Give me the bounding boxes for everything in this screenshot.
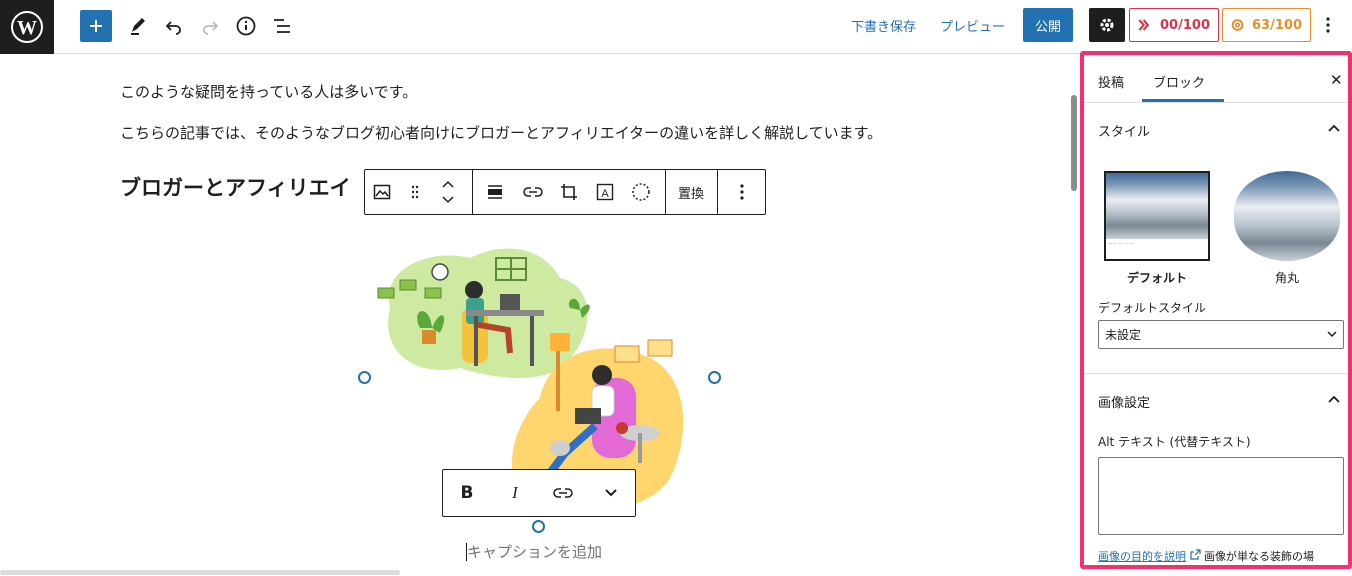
svg-text:A: A	[601, 188, 609, 200]
seo-plugin-icon	[1138, 19, 1150, 31]
image-block-toolbar: A 置換	[364, 169, 766, 215]
image-settings-title[interactable]: 画像設定	[1098, 392, 1150, 411]
active-tab-indicator	[1142, 99, 1224, 102]
chevron-up-icon[interactable]	[1328, 394, 1340, 406]
close-icon[interactable]: ✕	[1330, 71, 1343, 89]
link-icon[interactable]	[539, 470, 587, 516]
paragraph-block[interactable]: こちらの記事では、そのようなブログ初心者向けにブロガーとアフィリエイターの違いを…	[120, 122, 882, 143]
seo-score-button[interactable]: 00/100	[1129, 8, 1219, 42]
alt-text-label: Alt テキスト (代替テキスト)	[1098, 435, 1251, 449]
alt-help-link[interactable]: 画像の目的を説明	[1098, 550, 1186, 563]
thumbnail-image	[1106, 173, 1208, 239]
heading-block[interactable]: ブロガーとアフィリエイ	[120, 172, 351, 202]
settings-sidebar: 投稿 ブロック ✕ スタイル — — — — — デフォルト 角丸 デフォルトス…	[1080, 51, 1352, 569]
publish-button[interactable]: 公開	[1023, 8, 1073, 42]
thumbnail-image	[1234, 171, 1340, 261]
save-draft-button[interactable]: 下書き保存	[851, 16, 916, 35]
seo-score-value: 00/100	[1160, 17, 1210, 33]
vertical-scrollbar[interactable]	[1071, 95, 1077, 191]
link-icon[interactable]	[519, 170, 547, 214]
default-style-select[interactable]: 未設定	[1098, 320, 1344, 349]
style-rounded-thumbnail[interactable]	[1234, 171, 1340, 261]
resize-handle-left[interactable]	[358, 371, 371, 384]
undo-icon[interactable]	[158, 10, 190, 42]
default-style-value: 未設定	[1105, 328, 1142, 342]
style-default-thumbnail[interactable]: — — — — —	[1104, 171, 1210, 261]
add-block-button[interactable]	[80, 10, 112, 42]
default-style-label: デフォルトスタイル	[1098, 301, 1207, 315]
align-icon[interactable]	[481, 170, 509, 214]
resize-handle-bottom[interactable]	[532, 520, 545, 533]
crop-icon[interactable]	[555, 170, 583, 214]
readability-score-value: 63/100	[1252, 17, 1302, 33]
settings-gear-icon[interactable]	[1089, 8, 1125, 42]
replace-button[interactable]: 置換	[666, 170, 716, 214]
editor-canvas[interactable]: このような疑問を持っている人は多いです。 こちらの記事では、そのようなブログ初心…	[0, 55, 1080, 576]
alt-text-field[interactable]	[1098, 457, 1344, 535]
list-view-icon[interactable]	[266, 10, 298, 42]
edit-tool-icon[interactable]	[122, 10, 154, 42]
redo-icon[interactable]	[194, 10, 226, 42]
bold-button[interactable]: B	[443, 470, 491, 516]
duotone-icon[interactable]	[627, 170, 655, 214]
more-options-icon[interactable]	[1318, 12, 1338, 38]
section-divider	[1084, 373, 1348, 374]
alt-help-text: 画像の目的を説明 画像が単なる装飾の場	[1098, 548, 1314, 564]
preview-button[interactable]: プレビュー	[940, 16, 1005, 35]
resize-handle-right[interactable]	[708, 371, 721, 384]
style-default-label: デフォルト	[1126, 271, 1187, 285]
paragraph-block[interactable]: このような疑問を持っている人は多いです。	[120, 81, 417, 102]
chevron-down-icon[interactable]	[587, 470, 635, 516]
chevron-down-icon	[1327, 331, 1337, 338]
image-block-type-icon[interactable]	[365, 170, 399, 214]
editor-header: W 下書き保存 プレビュー 公開 00/100 63/100	[0, 0, 1352, 54]
horizontal-scrollbar[interactable]	[0, 570, 400, 575]
thumbnail-caption: — — — — —	[1106, 239, 1208, 248]
tab-block[interactable]: ブロック	[1153, 72, 1205, 91]
svg-text:W: W	[17, 17, 37, 39]
wordpress-logo-icon[interactable]: W	[0, 0, 54, 54]
text-overlay-icon[interactable]: A	[591, 170, 619, 214]
external-link-icon	[1189, 549, 1201, 560]
readability-score-button[interactable]: 63/100	[1222, 8, 1311, 42]
sidebar-tabs: 投稿 ブロック ✕	[1084, 55, 1348, 103]
style-rounded-label: 角丸	[1274, 271, 1299, 285]
chevron-up-icon[interactable]	[1328, 123, 1340, 135]
move-up-down-icon[interactable]	[435, 170, 461, 214]
readability-plugin-icon	[1231, 19, 1244, 31]
block-options-icon[interactable]	[718, 170, 765, 214]
info-icon[interactable]	[230, 10, 262, 42]
caption-input[interactable]: キャプションを追加	[467, 541, 602, 562]
drag-handle-icon[interactable]	[405, 170, 425, 214]
style-section-title[interactable]: スタイル	[1098, 121, 1150, 140]
toolbar-divider	[472, 170, 473, 214]
tab-post[interactable]: 投稿	[1098, 72, 1124, 91]
caption-format-toolbar: B I	[442, 469, 636, 517]
italic-button[interactable]: I	[491, 470, 539, 516]
alt-help-desc: 画像が単なる装飾の場	[1204, 550, 1314, 563]
